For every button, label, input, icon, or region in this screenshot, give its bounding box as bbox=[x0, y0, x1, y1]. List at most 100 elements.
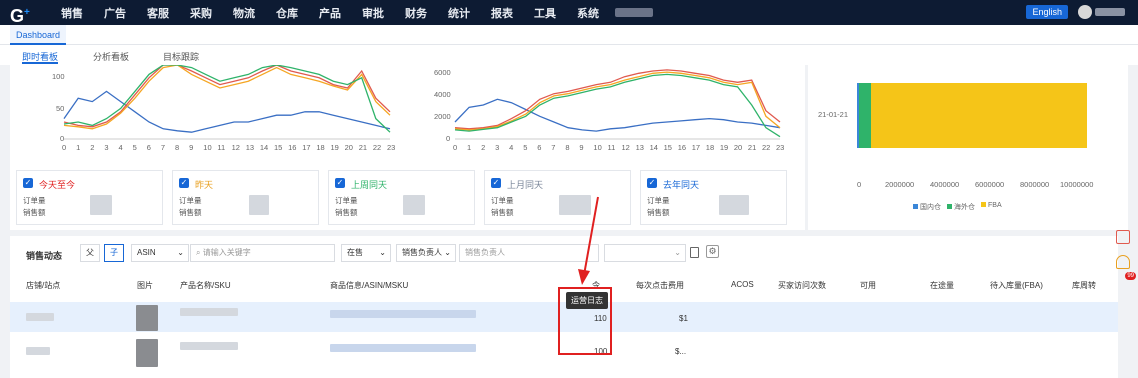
c3-legend: 国内仓 海外仓 FBA bbox=[913, 202, 1002, 212]
th-available[interactable]: 可用 bbox=[860, 280, 876, 291]
check-icon[interactable]: ✓ bbox=[491, 178, 501, 188]
redacted-product[interactable] bbox=[180, 308, 238, 316]
app-logo[interactable]: G+ bbox=[10, 3, 40, 26]
th-pending-fba[interactable]: 待入库量(FBA) bbox=[990, 280, 1043, 291]
x-tick: 0 bbox=[453, 143, 458, 152]
c3-xtick: 0 bbox=[857, 180, 862, 189]
compare-yesterday[interactable]: ✓ 昨天 订单量 销售额 bbox=[172, 170, 319, 225]
nav-reports[interactable]: 报表 bbox=[491, 5, 513, 21]
x-tick: 10 bbox=[203, 143, 212, 152]
x-tick: 21 bbox=[358, 143, 368, 152]
x-tick: 3 bbox=[495, 143, 500, 152]
x-tick: 22 bbox=[761, 143, 771, 152]
redacted-asin[interactable] bbox=[330, 344, 476, 352]
notes-icon[interactable] bbox=[1116, 230, 1130, 244]
sales-title: 销售动态 bbox=[26, 251, 63, 261]
product-image[interactable] bbox=[136, 339, 158, 367]
nav-purchase[interactable]: 采购 bbox=[190, 5, 212, 21]
c2-ytick: 4000 bbox=[434, 90, 451, 99]
nav-approval[interactable]: 审批 bbox=[362, 5, 384, 21]
language-button[interactable]: English bbox=[1026, 5, 1068, 19]
subtab-target[interactable]: 目标跟踪 bbox=[163, 50, 199, 63]
notification-badge: 99 bbox=[1125, 272, 1136, 280]
th-product[interactable]: 产品名称/SKU bbox=[180, 280, 231, 291]
x-tick: 18 bbox=[705, 143, 715, 152]
nav-logistics[interactable]: 物流 bbox=[233, 5, 255, 21]
settings-icon[interactable]: ⚙ bbox=[706, 245, 719, 258]
th-asin[interactable]: 商品信息/ASIN/MSKU bbox=[330, 280, 408, 291]
c3-xtick: 4000000 bbox=[930, 180, 960, 189]
c1-ytick: 0 bbox=[60, 134, 65, 143]
avatar[interactable] bbox=[1078, 5, 1092, 19]
nav-blurred-item[interactable] bbox=[615, 8, 653, 17]
th-inbound[interactable]: 在途量 bbox=[930, 280, 954, 291]
c3-category-label: 21-01-21 bbox=[818, 110, 849, 119]
x-tick: 8 bbox=[565, 143, 570, 152]
status-select[interactable]: 在售 ⌄ bbox=[341, 244, 391, 262]
x-tick: 6 bbox=[146, 143, 151, 152]
compare-lastweek[interactable]: ✓ 上周同天 订单量 销售额 bbox=[328, 170, 475, 225]
user-name[interactable] bbox=[1095, 8, 1125, 16]
c3-xtick: 8000000 bbox=[1020, 180, 1050, 189]
redacted-product[interactable] bbox=[180, 342, 238, 350]
check-icon[interactable]: ✓ bbox=[335, 178, 345, 188]
delete-icon[interactable] bbox=[690, 247, 699, 258]
nav-service[interactable]: 客服 bbox=[147, 5, 169, 21]
compare-title: 上周同天 bbox=[351, 180, 388, 190]
compare-orders-label: 订单量 bbox=[491, 196, 514, 205]
x-tick: 4 bbox=[118, 143, 123, 152]
subtab-analysis[interactable]: 分析看板 bbox=[93, 50, 129, 63]
nav-product[interactable]: 产品 bbox=[319, 5, 341, 21]
x-tick: 9 bbox=[579, 143, 584, 152]
x-tick: 15 bbox=[663, 143, 672, 152]
nav-stats[interactable]: 统计 bbox=[448, 5, 470, 21]
x-tick: 2 bbox=[90, 143, 95, 152]
check-icon[interactable]: ✓ bbox=[647, 178, 657, 188]
nav-warehouse[interactable]: 仓库 bbox=[276, 5, 298, 21]
redacted-asin[interactable] bbox=[330, 310, 476, 318]
th-visits[interactable]: 买家访问次数 bbox=[778, 280, 826, 291]
series-line bbox=[454, 98, 781, 132]
th-acos[interactable]: ACOS bbox=[731, 280, 754, 289]
check-icon[interactable]: ✓ bbox=[23, 178, 33, 188]
nav-sales[interactable]: 销售 bbox=[61, 5, 83, 21]
compare-title: 昨天 bbox=[195, 180, 214, 190]
x-tick: 15 bbox=[273, 143, 283, 152]
compare-orders-label: 订单量 bbox=[335, 196, 358, 205]
tab-dashboard[interactable]: Dashboard bbox=[10, 25, 67, 45]
series-line bbox=[63, 65, 391, 130]
subtab-realtime[interactable]: 即时看板 bbox=[22, 50, 59, 64]
nav-finance[interactable]: 财务 bbox=[405, 5, 427, 21]
owner-select[interactable]: 销售负责人 ⌄ bbox=[396, 244, 456, 262]
th-store[interactable]: 店铺/站点 bbox=[26, 280, 60, 291]
c2-ytick: 6000 bbox=[434, 68, 451, 77]
asin-select[interactable]: ASIN ⌄ bbox=[131, 244, 189, 262]
keyword-input[interactable]: ⌕ 请输入关键字 bbox=[190, 244, 335, 262]
th-turnover[interactable]: 库周转 bbox=[1072, 280, 1096, 291]
series-line bbox=[454, 69, 781, 130]
x-tick: 13 bbox=[635, 143, 644, 152]
redacted-store bbox=[26, 313, 54, 321]
check-icon[interactable]: ✓ bbox=[179, 178, 189, 188]
redacted-store bbox=[26, 347, 50, 355]
x-tick: 4 bbox=[509, 143, 514, 152]
x-tick: 11 bbox=[607, 143, 616, 152]
nav-tools[interactable]: 工具 bbox=[534, 5, 556, 21]
child-toggle[interactable]: 子 bbox=[104, 244, 124, 262]
x-tick: 18 bbox=[316, 143, 325, 152]
bell-icon[interactable] bbox=[1116, 255, 1130, 269]
x-tick: 7 bbox=[160, 143, 166, 152]
compare-lastyear[interactable]: ✓ 去年同天 订单量 销售额 bbox=[640, 170, 787, 225]
product-image[interactable] bbox=[136, 305, 158, 331]
compare-title: 上月同天 bbox=[507, 180, 544, 190]
x-tick: 23 bbox=[387, 143, 396, 152]
extra-select[interactable]: ⌄ bbox=[604, 244, 686, 262]
nav-system[interactable]: 系统 bbox=[577, 5, 599, 21]
legend-overseas: 海外仓 bbox=[947, 202, 975, 212]
compare-today[interactable]: ✓ 今天至今 订单量 销售额 bbox=[16, 170, 163, 225]
parent-toggle[interactable]: 父 bbox=[80, 244, 100, 262]
top-nav: G+ 销售 广告 客服 采购 物流 仓库 产品 审批 财务 统计 报表 工具 系… bbox=[0, 0, 1138, 26]
nav-ads[interactable]: 广告 bbox=[104, 5, 126, 21]
x-tick: 13 bbox=[245, 143, 255, 152]
th-cpc[interactable]: 每次点击费用 bbox=[636, 280, 684, 291]
